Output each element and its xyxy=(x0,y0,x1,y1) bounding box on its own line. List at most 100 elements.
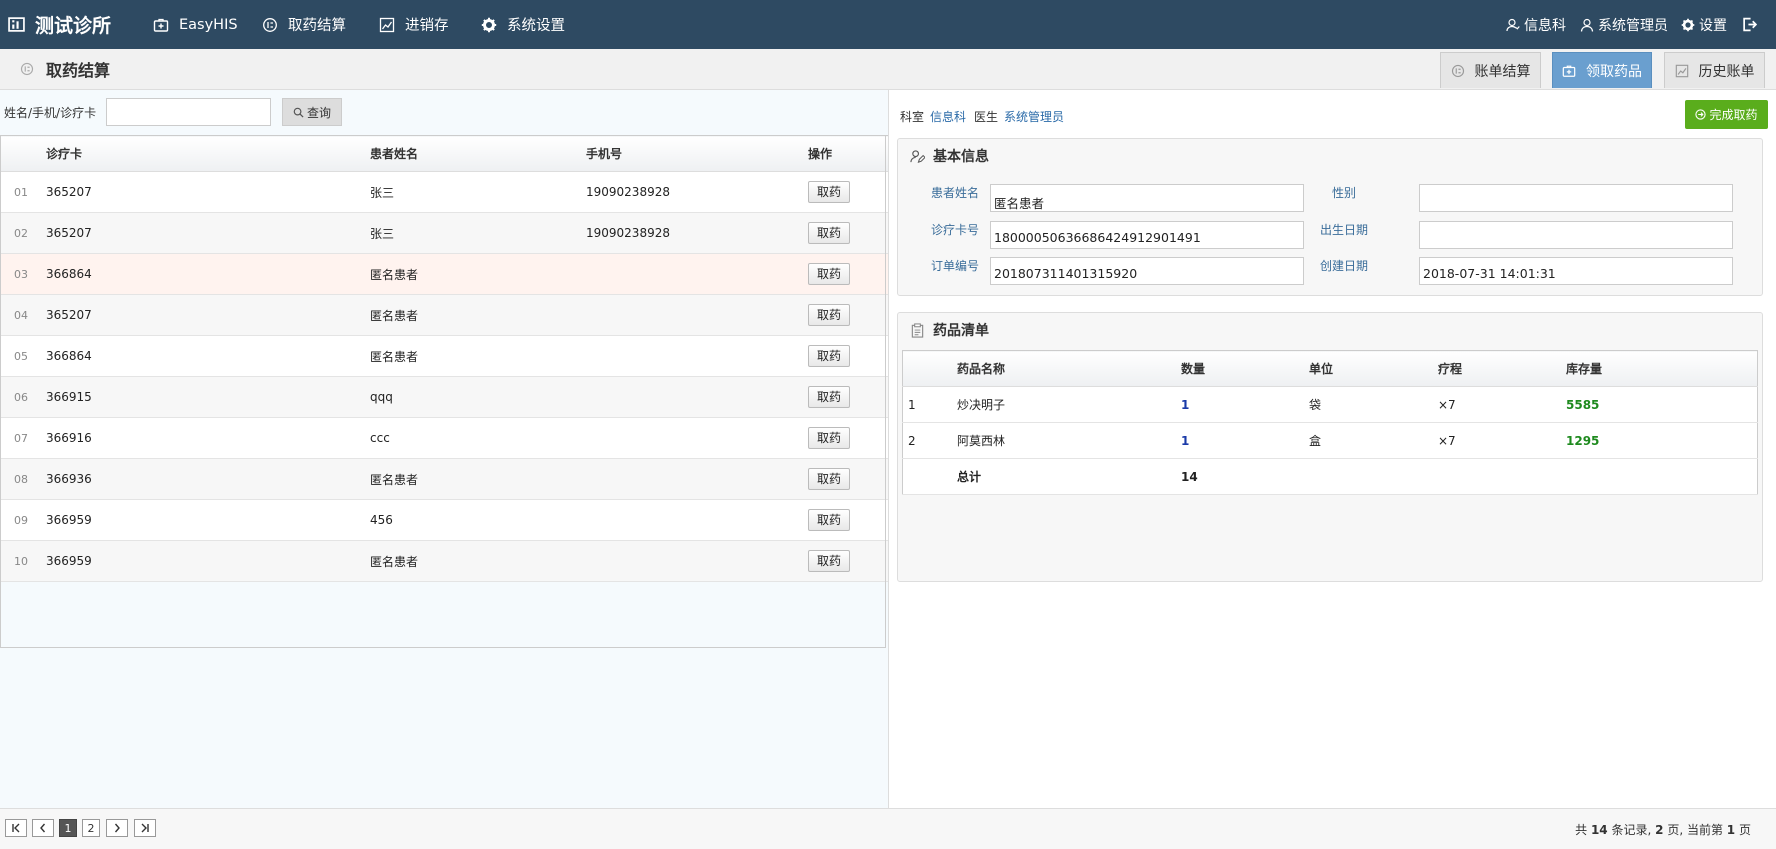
table-row[interactable]: 07 366916 ccc 取药 xyxy=(0,417,888,459)
card-no-label: 诊疗卡号 xyxy=(930,223,979,237)
pick-medicine-button[interactable]: 取药 xyxy=(808,509,850,531)
logout-button[interactable] xyxy=(1742,0,1761,49)
table-row[interactable]: 01 365207 张三 19090238928 取药 xyxy=(0,171,888,213)
cell-phone xyxy=(585,499,807,541)
cell-name: qqq xyxy=(369,376,585,418)
pick-medicine-button[interactable]: 取药 xyxy=(808,386,850,408)
cell-card: 366959 xyxy=(45,540,369,582)
row-index: 04 xyxy=(0,294,45,336)
prev-page-button[interactable] xyxy=(32,819,54,837)
chart-icon xyxy=(379,17,395,32)
cell-unit: 盒 xyxy=(1308,422,1437,459)
first-page-icon xyxy=(12,823,20,833)
last-page-icon xyxy=(141,823,149,833)
dept-label: 科室 xyxy=(900,110,925,124)
order-no-field[interactable]: 201807311401315920 xyxy=(990,257,1304,285)
total-records: 14 xyxy=(1590,823,1608,837)
dept-name: 信息科 xyxy=(1524,17,1566,34)
cell-course: ×7 xyxy=(1437,386,1565,423)
tab-history-bills[interactable]: 历史账单 xyxy=(1664,52,1765,88)
created-date-field[interactable]: 2018-07-31 14:01:31 xyxy=(1419,257,1733,285)
col-name: 患者姓名 xyxy=(369,135,585,172)
cell-name: 456 xyxy=(369,499,585,541)
clipboard-icon xyxy=(911,322,924,338)
col-index xyxy=(0,135,45,172)
pick-medicine-button[interactable]: 取药 xyxy=(808,181,850,203)
tab-label: 领取药品 xyxy=(1586,63,1642,80)
brand[interactable]: 测试诊所 xyxy=(8,0,111,49)
pick-medicine-button[interactable]: 取药 xyxy=(808,263,850,285)
table-row[interactable]: 08 366936 匿名患者 取药 xyxy=(0,458,888,500)
gender-field[interactable] xyxy=(1419,184,1733,212)
col-medicine-name: 药品名称 xyxy=(956,350,1180,387)
tab-receive-medicine[interactable]: 领取药品 xyxy=(1552,52,1652,88)
cell-card: 365207 xyxy=(45,171,369,213)
search-bar: 姓名/手机/诊疗卡 查询 xyxy=(0,90,888,134)
patient-name-field[interactable]: 匿名患者 xyxy=(990,184,1304,212)
table-row[interactable]: 02 365207 张三 19090238928 取药 xyxy=(0,212,888,254)
cell-card: 366916 xyxy=(45,417,369,459)
col-action: 操作 xyxy=(807,135,851,172)
cell-card: 366864 xyxy=(45,335,369,377)
table-row[interactable]: 05 366864 匿名患者 取药 xyxy=(0,335,888,377)
nav-user[interactable]: 系统管理员 xyxy=(1580,0,1668,49)
nav-settings[interactable]: 设置 xyxy=(1681,0,1727,49)
complete-pickup-button[interactable]: 完成取药 xyxy=(1685,100,1768,129)
table-row-selected[interactable]: 03 366864 匿名患者 取药 xyxy=(0,253,888,295)
table-row[interactable]: 09 366959 456 取药 xyxy=(0,499,888,541)
table-row[interactable]: 10 366959 匿名患者 取药 xyxy=(0,540,888,582)
pick-medicine-button[interactable]: 取药 xyxy=(808,304,850,326)
last-page-button[interactable] xyxy=(134,819,156,837)
nav-item-label: 取药结算 xyxy=(288,18,346,34)
pagination-info: 共 14 条记录, 2 页, 当前第 1 页 xyxy=(1575,821,1751,838)
detail-panel: 科室 信息科 医生 系统管理员 完成取药 基本信息 患者姓名 匿名患者 性别 诊疗卡号… xyxy=(889,90,1776,808)
dept-link[interactable]: 信息科 xyxy=(930,110,966,124)
table-row[interactable]: 04 365207 匿名患者 取药 xyxy=(0,294,888,336)
cell-stock: 5585 xyxy=(1565,386,1758,423)
card-no-field[interactable]: 18000050636686424912901491 xyxy=(990,221,1304,249)
search-button[interactable]: 查询 xyxy=(282,98,342,126)
cell-phone xyxy=(585,376,807,418)
tab-bill-settlement[interactable]: 账单结算 xyxy=(1440,52,1541,88)
page-2-button[interactable]: 2 xyxy=(82,819,100,837)
table-row[interactable]: 06 366915 qqq 取药 xyxy=(0,376,888,418)
row-index: 08 xyxy=(0,458,45,500)
first-page-button[interactable] xyxy=(5,819,27,837)
pick-medicine-button[interactable]: 取药 xyxy=(808,427,850,449)
user-icon xyxy=(1580,18,1594,32)
col-unit: 单位 xyxy=(1308,350,1437,387)
row-index: 10 xyxy=(0,540,45,582)
nav-item-pharmacy-settlement[interactable]: 取药结算 xyxy=(262,0,346,49)
total-row: 总计 14 xyxy=(902,458,1758,495)
page-1-button[interactable]: 1 xyxy=(59,819,77,837)
nav-item-label: 系统设置 xyxy=(507,18,565,34)
table-header: 药品名称 数量 单位 疗程 库存量 xyxy=(902,350,1758,387)
pick-medicine-button[interactable]: 取药 xyxy=(808,550,850,572)
table-row: 2 阿莫西林 1 盒 ×7 1295 xyxy=(902,422,1758,459)
cell-course: ×7 xyxy=(1437,422,1565,459)
pick-medicine-button[interactable]: 取药 xyxy=(808,468,850,490)
col-phone: 手机号 xyxy=(585,135,807,172)
info-text: 共 xyxy=(1575,823,1588,837)
cell-card: 366915 xyxy=(45,376,369,418)
search-input[interactable] xyxy=(106,98,271,126)
search-icon xyxy=(293,107,304,118)
doctor-link[interactable]: 系统管理员 xyxy=(1004,110,1064,124)
pick-medicine-button[interactable]: 取药 xyxy=(808,345,850,367)
cell-quantity: 1 xyxy=(1180,422,1308,459)
nav-item-easyhis[interactable]: EasyHIS xyxy=(153,0,238,49)
row-index: 02 xyxy=(0,212,45,254)
col-course: 疗程 xyxy=(1437,350,1565,387)
pick-medicine-button[interactable]: 取药 xyxy=(808,222,850,244)
pill-circle-icon xyxy=(1451,64,1464,77)
tab-label: 账单结算 xyxy=(1474,63,1531,80)
table-header: 诊疗卡 患者姓名 手机号 操作 xyxy=(0,135,888,172)
birth-date-field[interactable] xyxy=(1419,221,1733,249)
next-page-button[interactable] xyxy=(106,819,128,837)
chevron-right-icon xyxy=(114,823,120,833)
sub-header: 取药结算 账单结算 领取药品 历史账单 xyxy=(0,49,1776,90)
pill-circle-icon xyxy=(20,62,34,76)
nav-item-system-settings[interactable]: 系统设置 xyxy=(481,0,565,49)
nav-dept[interactable]: 信息科 xyxy=(1506,0,1566,49)
nav-item-inventory[interactable]: 进销存 xyxy=(379,0,449,49)
